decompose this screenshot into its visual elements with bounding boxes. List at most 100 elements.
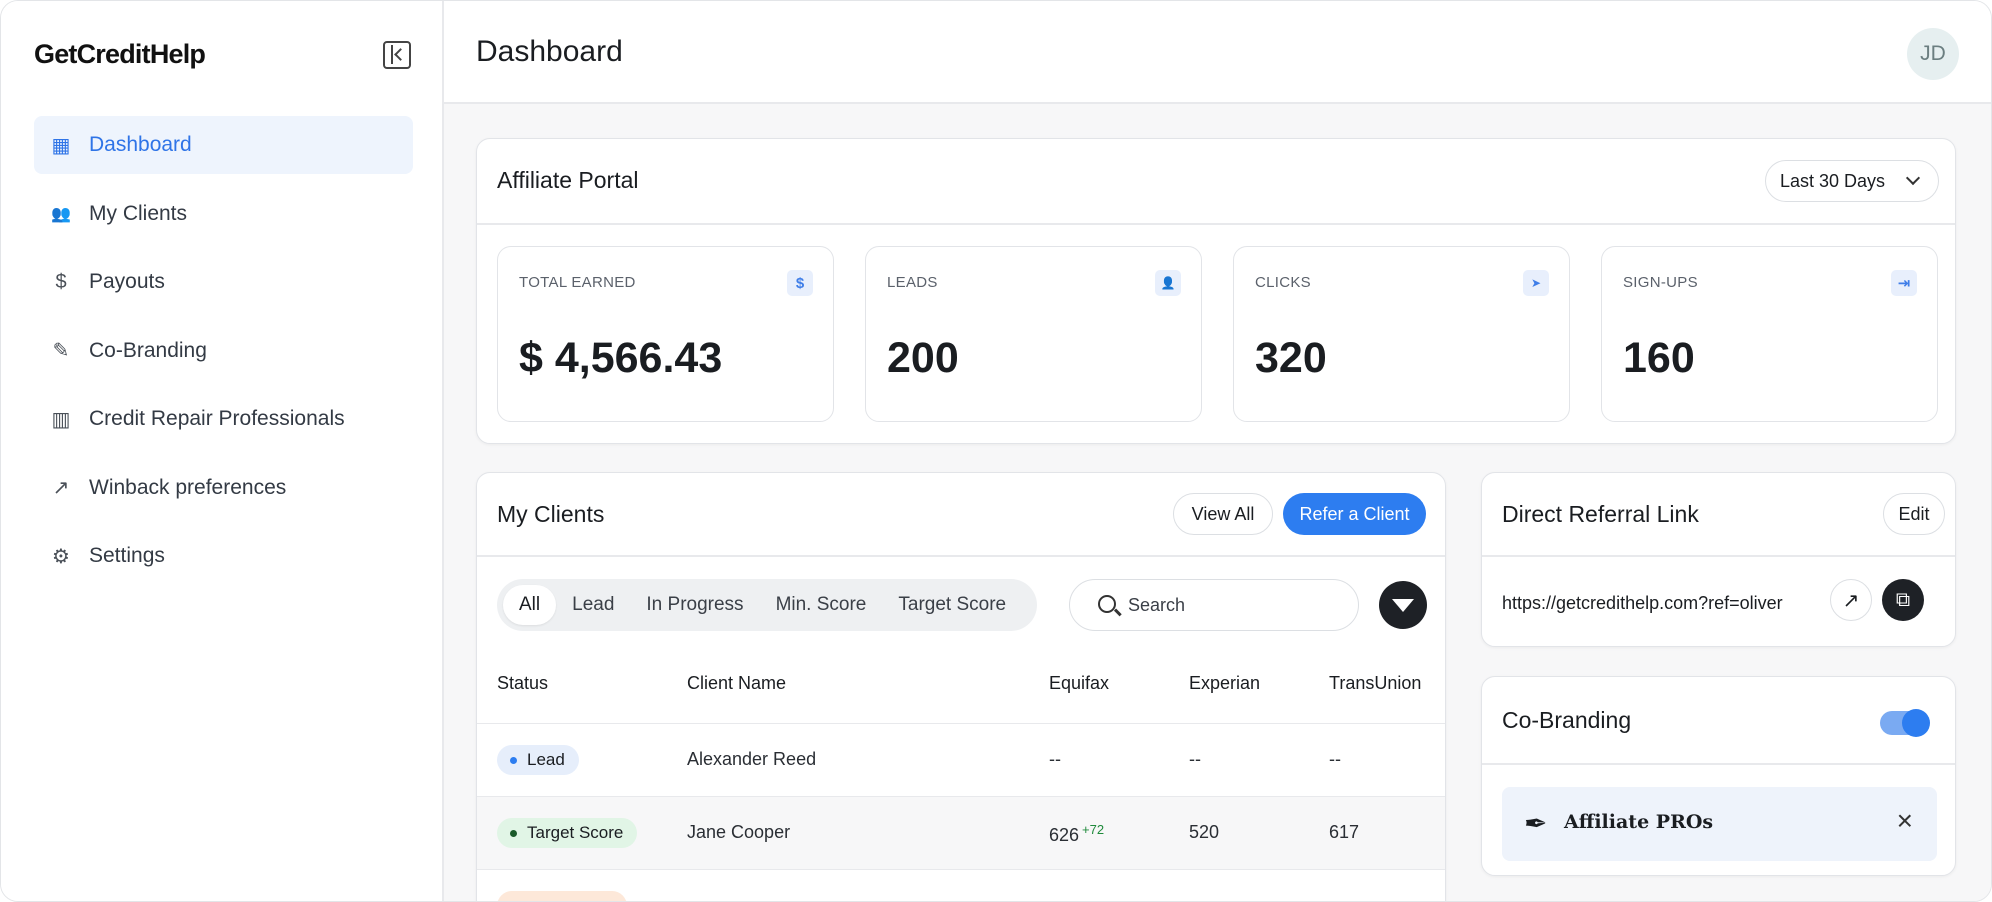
- sidebar-item-dashboard[interactable]: ▦ Dashboard: [34, 116, 413, 174]
- search-icon: [1098, 595, 1116, 613]
- stat-value: $ 4,566.43: [519, 334, 723, 382]
- collapse-sidebar-icon[interactable]: [383, 41, 411, 69]
- stat-clicks: CLICKS ➤ 320: [1233, 246, 1570, 422]
- page-title: Dashboard: [476, 35, 623, 68]
- co-branding-title: Co-Branding: [1502, 707, 1632, 733]
- client-name: Alexander Reed: [687, 749, 817, 769]
- referral-url: https://getcredithelp.com?ref=oliver: [1502, 593, 1783, 613]
- sidebar-item-co-branding[interactable]: ✎ Co-Branding: [34, 322, 413, 380]
- dashboard-icon: ▦: [51, 134, 71, 157]
- co-branding-card: Co-Branding ✒ Affiliate PROs ×: [1481, 676, 1956, 876]
- equifax-score-value: 626: [1049, 825, 1080, 845]
- affiliate-portal-card: Affiliate Portal Last 30 Days TOTAL EARN…: [476, 138, 1956, 444]
- edit-button[interactable]: Edit: [1883, 493, 1945, 535]
- equifax-score: --: [1049, 749, 1061, 769]
- filter-button[interactable]: [1379, 581, 1427, 629]
- status-filter-tabs: All Lead In Progress Min. Score Target S…: [497, 579, 1037, 631]
- client-name: Jane Cooper: [687, 822, 791, 842]
- status-badge: Lead: [497, 745, 579, 775]
- my-clients-card: My Clients View All Refer a Client All L…: [476, 472, 1446, 901]
- stat-value: 200: [887, 334, 959, 382]
- table-row[interactable]: [477, 869, 1445, 901]
- copy-link-button[interactable]: ⧉: [1882, 579, 1924, 621]
- sidebar-item-winback-preferences[interactable]: ↗ Winback preferences: [34, 459, 413, 517]
- search-placeholder: Search: [1128, 594, 1186, 615]
- stat-leads: LEADS 👤 200: [865, 246, 1202, 422]
- divider: [477, 555, 1445, 557]
- tab-min-score[interactable]: Min. Score: [760, 585, 883, 625]
- sign-in-icon: ⇥: [1891, 270, 1917, 296]
- sidebar-item-label: Winback preferences: [89, 475, 287, 499]
- column-header-status[interactable]: Status: [497, 673, 548, 694]
- table-row[interactable]: Target Score Jane Cooper 626 +72 520 617: [477, 796, 1445, 869]
- cursor-icon: ➤: [1523, 270, 1549, 296]
- filter-icon: [1392, 598, 1414, 612]
- chevron-down-icon: [1905, 170, 1921, 186]
- feather-icon: ✒: [1524, 808, 1548, 839]
- sidebar-item-credit-repair-professionals[interactable]: ▥ Credit Repair Professionals: [34, 390, 413, 448]
- transunion-score: 617: [1329, 822, 1360, 842]
- dollar-icon: $: [787, 270, 813, 296]
- view-all-button[interactable]: View All: [1173, 493, 1273, 535]
- tab-in-progress[interactable]: In Progress: [630, 585, 759, 625]
- status-badge: [497, 891, 627, 901]
- co-branding-toggle[interactable]: [1880, 709, 1930, 737]
- equifax-score: 626 +72: [1049, 822, 1104, 846]
- sidebar-item-settings[interactable]: ⚙ Settings: [34, 527, 413, 585]
- sidebar: GetCreditHelp ▦ Dashboard 👥 My Clients $…: [1, 1, 444, 901]
- app-window: GetCreditHelp ▦ Dashboard 👥 My Clients $…: [0, 0, 1992, 902]
- search-input[interactable]: Search: [1069, 579, 1359, 631]
- brand-name: Affiliate PROs: [1564, 811, 1714, 833]
- avatar[interactable]: JD: [1907, 28, 1959, 80]
- dollar-icon: $: [55, 270, 67, 293]
- stat-label: SIGN-UPS: [1623, 274, 1698, 291]
- users-icon: 👥: [51, 205, 71, 223]
- date-range-select[interactable]: Last 30 Days: [1765, 160, 1939, 202]
- my-clients-title: My Clients: [497, 501, 605, 527]
- affiliate-portal-title: Affiliate Portal: [497, 167, 639, 193]
- column-header-experian[interactable]: Experian: [1189, 673, 1260, 694]
- stat-value: 160: [1623, 334, 1695, 382]
- gear-icon: ⚙: [52, 545, 70, 568]
- table-header: Status Client Name Equifax Experian Tran…: [477, 653, 1445, 713]
- status-badge: Target Score: [497, 818, 638, 848]
- referral-link-card: Direct Referral Link Edit https://getcre…: [1481, 472, 1956, 647]
- sidebar-item-label: Dashboard: [89, 133, 192, 156]
- sidebar-item-my-clients[interactable]: 👥 My Clients: [34, 185, 413, 243]
- tab-target-score[interactable]: Target Score: [882, 585, 1022, 625]
- experian-score: --: [1189, 749, 1201, 769]
- copy-icon: ⧉: [1895, 588, 1911, 611]
- date-range-value: Last 30 Days: [1780, 170, 1886, 191]
- tab-lead[interactable]: Lead: [556, 585, 630, 625]
- sidebar-item-payouts[interactable]: $ Payouts: [34, 253, 413, 311]
- stat-label: LEADS: [887, 274, 938, 291]
- sidebar-item-label: Payouts: [89, 270, 165, 293]
- tab-all[interactable]: All: [503, 585, 557, 625]
- table-row[interactable]: Lead Alexander Reed -- -- --: [477, 723, 1445, 796]
- experian-score: 520: [1189, 822, 1220, 842]
- stat-label: CLICKS: [1255, 274, 1311, 291]
- edit-icon: ✎: [52, 340, 70, 362]
- column-header-equifax[interactable]: Equifax: [1049, 673, 1109, 694]
- top-header: Dashboard JD: [444, 1, 1991, 104]
- column-header-client-name[interactable]: Client Name: [687, 673, 786, 694]
- sidebar-item-label: My Clients: [89, 201, 188, 225]
- sidebar-item-label: Co-Branding: [89, 338, 207, 362]
- external-link-icon: ↗: [1842, 589, 1860, 612]
- refer-client-button[interactable]: Refer a Client: [1283, 493, 1426, 535]
- brand-preview: ✒ Affiliate PROs ×: [1502, 787, 1937, 861]
- stat-total-earned: TOTAL EARNED $ $ 4,566.43: [497, 246, 834, 422]
- building-icon: ▥: [51, 408, 71, 431]
- user-icon: 👤: [1155, 270, 1181, 296]
- open-link-button[interactable]: ↗: [1830, 579, 1872, 621]
- referral-title: Direct Referral Link: [1502, 501, 1699, 527]
- main-content: Affiliate Portal Last 30 Days TOTAL EARN…: [444, 104, 1991, 901]
- column-header-transunion[interactable]: TransUnion: [1329, 673, 1421, 694]
- trending-up-icon: ↗: [52, 477, 70, 499]
- stat-sign-ups: SIGN-UPS ⇥ 160: [1601, 246, 1938, 422]
- score-delta: +72: [1082, 822, 1105, 837]
- divider: [1482, 763, 1955, 765]
- divider: [477, 223, 1955, 225]
- close-icon[interactable]: ×: [1897, 805, 1913, 837]
- logo[interactable]: GetCreditHelp: [34, 39, 206, 70]
